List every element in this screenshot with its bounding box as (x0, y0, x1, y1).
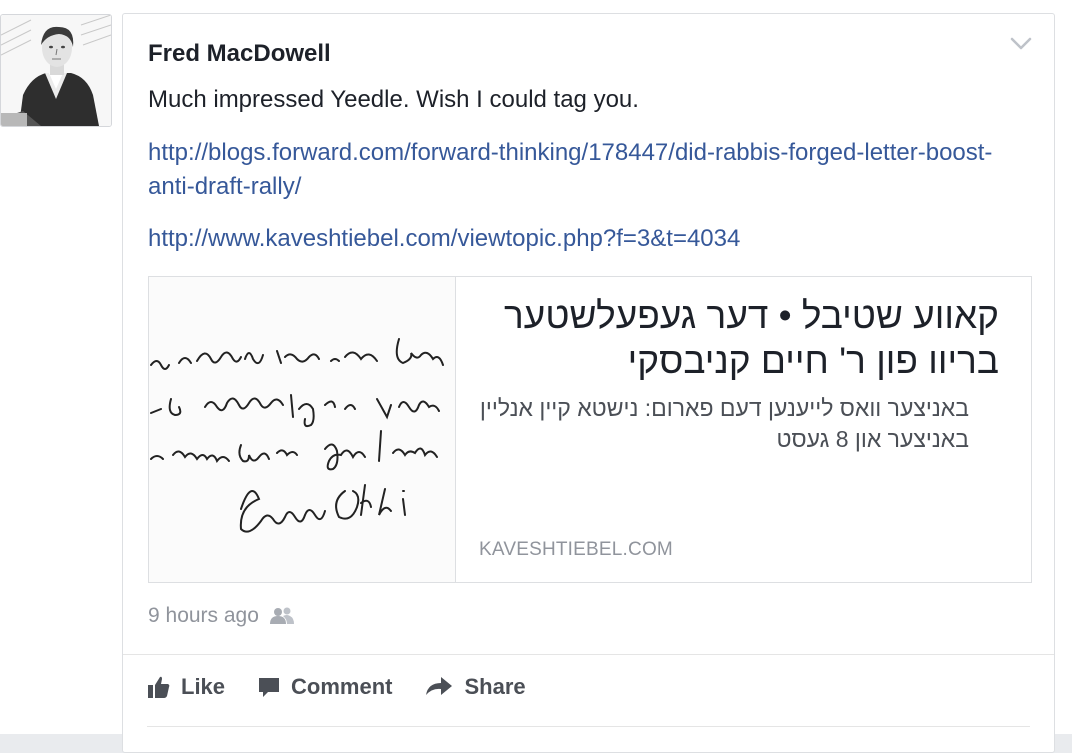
share-arrow-icon (426, 677, 453, 695)
thumbs-up-icon (148, 676, 170, 698)
link-preview-card[interactable]: קאווע שטיבל • דער געפעלשטער בריוו פון ר'… (148, 276, 1032, 583)
preview-image (149, 277, 456, 582)
preview-body: קאווע שטיבל • דער געפעלשטער בריוו פון ר'… (455, 277, 1031, 582)
avatar[interactable] (0, 14, 112, 127)
like-label: Like (181, 674, 226, 699)
post-link-forward[interactable]: http://blogs.forward.com/forward-thinkin… (148, 136, 1008, 204)
preview-description: באניצער וואס לייענען דעם פארום: נישטא קי… (479, 395, 969, 452)
chevron-down-icon[interactable] (1010, 36, 1032, 52)
share-label: Share (464, 674, 526, 699)
portrait-image (1, 15, 111, 126)
comment-icon (259, 678, 280, 697)
friends-icon[interactable] (269, 606, 295, 626)
post-actions: Like Comment Share (147, 674, 558, 700)
share-button[interactable]: Share (424, 674, 526, 700)
post-meta: 9 hours ago (148, 604, 295, 628)
post-timestamp[interactable]: 9 hours ago (148, 604, 259, 628)
post-divider (123, 654, 1054, 655)
post-link-kaveshtiebel[interactable]: http://www.kaveshtiebel.com/viewtopic.ph… (148, 222, 740, 256)
comment-label: Comment (291, 674, 393, 699)
like-button[interactable]: Like (147, 674, 225, 700)
actions-divider (147, 726, 1030, 727)
handwriting-image (149, 277, 455, 582)
preview-title[interactable]: קאווע שטיבל • דער געפעלשטער בריוו פון ר'… (454, 293, 999, 383)
post-card: Fred MacDowell Much impressed Yeedle. Wi… (122, 13, 1055, 753)
post-text: Much impressed Yeedle. Wish I could tag … (148, 86, 639, 113)
comment-button[interactable]: Comment (257, 674, 392, 700)
preview-domain: KAVESHTIEBEL.COM (479, 539, 673, 560)
post-author-name[interactable]: Fred MacDowell (148, 40, 331, 68)
